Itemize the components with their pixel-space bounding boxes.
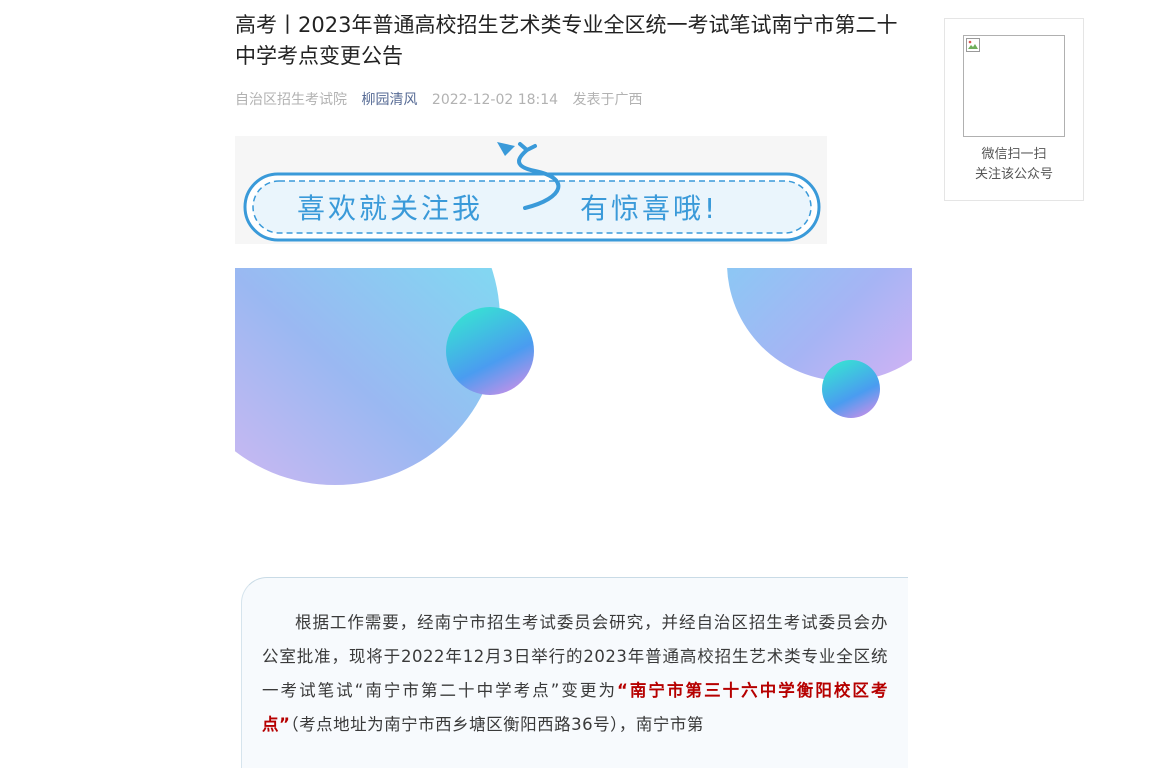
- announcement-paragraph: 根据工作需要，经南宁市招生考试委员会研究，并经自治区招生考试委员会办公室批准，现…: [262, 606, 888, 742]
- bubbles-graphic: [235, 268, 912, 485]
- large-bubble-right: [727, 268, 912, 381]
- arrow-head-icon: [497, 142, 515, 156]
- qr-caption-line1: 微信扫一扫: [981, 147, 1047, 162]
- follow-banner: 喜欢就关注我 有惊喜哦!: [235, 136, 827, 244]
- paragraph-text-2: （考点地址为南宁市西乡塘区衡阳西路36号），南宁市第: [290, 715, 704, 734]
- qr-code-panel: 微信扫一扫 关注该公众号: [944, 18, 1084, 201]
- follow-banner-graphic: 喜欢就关注我 有惊喜哦!: [243, 142, 821, 242]
- banner-text-left: 喜欢就关注我: [297, 192, 483, 225]
- qr-code-image: [963, 35, 1065, 137]
- article-source: 自治区招生考试院: [235, 92, 347, 108]
- small-bubble-left: [446, 307, 534, 395]
- author-link[interactable]: 柳园清风: [361, 92, 417, 108]
- broken-image-icon: [966, 38, 980, 52]
- decorative-bubbles: [235, 268, 912, 568]
- qr-caption-line2: 关注该公众号: [974, 167, 1053, 182]
- publish-location: 发表于广西: [572, 92, 643, 108]
- article-meta: 自治区招生考试院 柳园清风 2022-12-02 18:14 发表于广西: [235, 90, 905, 110]
- article-title: 高考丨2023年普通高校招生艺术类专业全区统一考试笔试南宁市第二十中学考点变更公…: [235, 13, 898, 68]
- publish-datetime: 2022-12-02 18:14: [431, 92, 559, 108]
- qr-caption: 微信扫一扫 关注该公众号: [945, 145, 1083, 185]
- small-bubble-right: [822, 360, 880, 418]
- announcement-body: 根据工作需要，经南宁市招生考试委员会研究，并经自治区招生考试委员会办公室批准，现…: [241, 577, 908, 768]
- banner-text-right: 有惊喜哦!: [580, 192, 718, 225]
- article-header: 高考丨2023年普通高校招生艺术类专业全区统一考试笔试南宁市第二十中学考点变更公…: [235, 10, 905, 110]
